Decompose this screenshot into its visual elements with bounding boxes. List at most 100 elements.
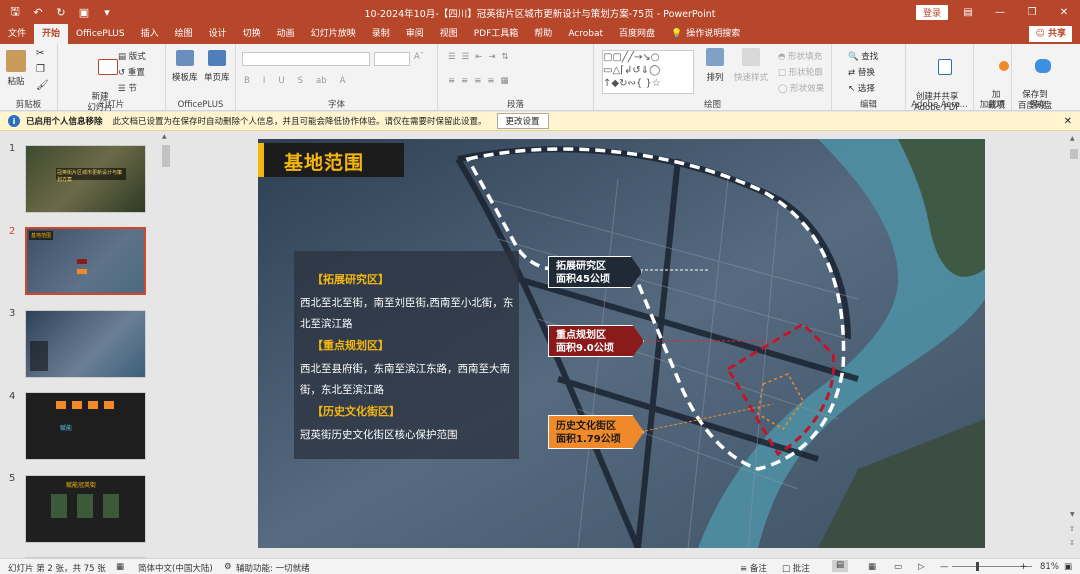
addins-group: 加 载项 加载项 — [974, 44, 1012, 111]
normal-view-icon[interactable]: ▤ — [832, 560, 848, 572]
redo-icon[interactable]: ↻ — [54, 6, 68, 19]
font-format-button-2[interactable]: U — [278, 76, 284, 86]
thumb-number: 2 — [9, 226, 16, 237]
zoom-level[interactable]: 81% — [1040, 562, 1059, 572]
tab-6[interactable]: 切换 — [235, 24, 269, 44]
shape-effects-button[interactable]: ◯ 形状效果 — [778, 82, 824, 94]
info-title: 已启用个人信息移除 — [26, 117, 103, 127]
template-library-button[interactable]: 模板库 — [172, 50, 198, 83]
notes-button[interactable]: ≡ 备注 — [740, 562, 767, 574]
slideshow-icon[interactable]: ▷ — [918, 562, 925, 572]
scroll-down-icon[interactable]: ▼ — [1070, 511, 1075, 518]
font-format-button-0[interactable]: B — [244, 76, 250, 86]
slide-sorter-icon[interactable]: ▦ — [868, 562, 876, 572]
shapes-gallery[interactable]: ▢▢╱╱→↘○ ▭△⌈↲↺⇓◯ ↑◆↻∾{ }☆ — [602, 50, 694, 94]
arrange-button[interactable]: 排列 — [706, 48, 724, 83]
tab-13[interactable]: 帮助 — [526, 24, 560, 44]
align-icons[interactable]: ≡≡≡≡▦ — [448, 76, 515, 86]
ribbon-display-icon[interactable]: ▤ — [952, 0, 984, 24]
slide-scrollbar[interactable]: ▲ ▼ ⇧ ⇩ — [1068, 131, 1080, 558]
share-button[interactable]: ☺ 共享 — [1029, 26, 1072, 42]
reading-view-icon[interactable]: ▭ — [894, 562, 902, 572]
present-icon[interactable]: ▣ — [77, 6, 91, 19]
comments-button[interactable]: □ 批注 — [782, 562, 810, 574]
single-page-icon — [207, 50, 226, 66]
prev-slide-icon[interactable]: ⇧ — [1069, 525, 1075, 533]
tab-9[interactable]: 录制 — [364, 24, 398, 44]
language-status[interactable]: 简体中文(中国大陆) — [138, 562, 213, 574]
cut-icon[interactable]: ✂ — [36, 48, 44, 59]
layout-button[interactable]: ▤ 版式 — [118, 50, 146, 62]
slide-2[interactable]: 基地范围 【拓展研究区】 西北至北至街，南至刘臣街,西南至小北街，东北至滨江路 … — [258, 139, 985, 548]
customize-icon[interactable]: ▾ — [100, 6, 114, 19]
tab-14[interactable]: Acrobat — [560, 24, 611, 44]
reset-button[interactable]: ↺ 重置 — [118, 66, 145, 78]
section-heading-2: 【重点规划区】 — [312, 339, 389, 352]
zoom-slider-handle[interactable] — [976, 562, 979, 571]
select-button[interactable]: ↖ 选择 — [848, 82, 875, 94]
format-painter-icon[interactable]: 🖌 — [36, 80, 49, 91]
status-bar: 幻灯片 第 2 张，共 75 张 ▦ 简体中文(中国大陆) ⚙ 辅助功能: 一切… — [0, 558, 1080, 574]
shape-fill-button[interactable]: ◓ 形状填充 — [778, 50, 822, 62]
restore-icon[interactable]: ❐ — [1016, 0, 1048, 24]
window-title: 10-2024年10月-【四川】冠英街片区城市更新设计与策划方案-75页 - P… — [364, 9, 716, 20]
login-button[interactable]: 登录 — [916, 5, 949, 20]
next-slide-icon[interactable]: ⇩ — [1069, 539, 1075, 547]
tab-15[interactable]: 百度网盘 — [611, 24, 663, 44]
tab-3[interactable]: 插入 — [133, 24, 167, 44]
scrollbar-thumb[interactable] — [162, 145, 170, 167]
copy-icon[interactable]: ❐ — [36, 64, 45, 75]
arrange-icon — [706, 48, 724, 66]
accessibility-status[interactable]: 辅助功能: 一切就绪 — [236, 562, 310, 574]
font-format-button-5[interactable]: A — [340, 76, 346, 86]
scrollbar-thumb[interactable] — [1070, 149, 1078, 159]
section-body-2: 西北至县府街，东南至滨江东路，西南至大南街，东北至滨江路 — [300, 363, 510, 396]
thumbnail-slide-1[interactable]: 冠英街片区城市更新设计与策划方案 — [25, 145, 146, 213]
tab-1[interactable]: 开始 — [34, 24, 69, 44]
font-format-button-1[interactable]: I — [263, 76, 266, 86]
grow-font-icon[interactable]: Aˆ — [414, 52, 424, 62]
font-format-button-4[interactable]: ab — [316, 76, 327, 86]
paste-button[interactable]: 粘贴 — [6, 50, 26, 87]
zoom-in-icon[interactable]: + — [1020, 562, 1027, 572]
quick-styles-button[interactable]: 快速样式 — [734, 48, 768, 83]
list-icons[interactable]: ☰☰⇤⇥⇅ — [448, 52, 515, 62]
shape-outline-button[interactable]: □ 形状轮廓 — [778, 66, 823, 78]
tab-10[interactable]: 审阅 — [398, 24, 432, 44]
font-name-input[interactable] — [242, 52, 370, 66]
single-page-library-button[interactable]: 单页库 — [204, 50, 230, 83]
thumbnail-slide-2[interactable]: 基地范围 — [25, 227, 146, 295]
thumbnail-slide-3[interactable] — [25, 310, 146, 378]
save-icon[interactable]: 🖫 — [8, 3, 22, 22]
replace-button[interactable]: ⇄ 替换 — [848, 66, 875, 78]
tab-2[interactable]: OfficePLUS — [68, 24, 133, 44]
adobe-group: 创建并共享 Adobe PDF Adobe Acro... — [906, 44, 974, 113]
tab-12[interactable]: PDF工具箱 — [466, 24, 527, 44]
change-settings-button[interactable]: 更改设置 — [496, 113, 549, 129]
zoom-out-icon[interactable]: — — [940, 562, 949, 572]
close-infobar-icon[interactable]: ✕ — [1064, 116, 1072, 127]
tab-4[interactable]: 绘图 — [167, 24, 201, 44]
thumbnail-slide-4[interactable]: 赋能 — [25, 392, 146, 460]
key-planning-zone-label: 重点规划区 面积9.0公顷 — [548, 325, 644, 357]
section-button[interactable]: ☰ 节 — [118, 82, 137, 94]
fit-slide-icon[interactable]: ▣ — [1064, 562, 1072, 572]
undo-icon[interactable]: ↶ — [31, 6, 45, 19]
scroll-up-icon[interactable]: ▲ — [1070, 135, 1075, 142]
font-format-button-3[interactable]: S — [298, 76, 303, 86]
spelling-icon[interactable]: ▦ — [116, 562, 124, 572]
tell-me[interactable]: 💡 操作说明搜索 — [663, 24, 748, 44]
thumbnail-slide-5[interactable]: 赋能冠英街 — [25, 475, 146, 543]
tab-11[interactable]: 视图 — [432, 24, 466, 44]
close-icon[interactable]: ✕ — [1048, 0, 1080, 24]
tab-8[interactable]: 幻灯片放映 — [303, 24, 364, 44]
find-button[interactable]: 🔍 查找 — [848, 50, 878, 62]
minimize-icon[interactable]: — — [984, 0, 1016, 24]
tab-5[interactable]: 设计 — [201, 24, 235, 44]
addin-icon — [999, 61, 1010, 71]
thumbnail-scrollbar[interactable]: ▲ — [160, 131, 172, 558]
tab-7[interactable]: 动画 — [269, 24, 303, 44]
scroll-up-icon[interactable]: ▲ — [162, 133, 167, 140]
tab-0[interactable]: 文件 — [0, 24, 34, 44]
font-size-input[interactable] — [374, 52, 410, 66]
